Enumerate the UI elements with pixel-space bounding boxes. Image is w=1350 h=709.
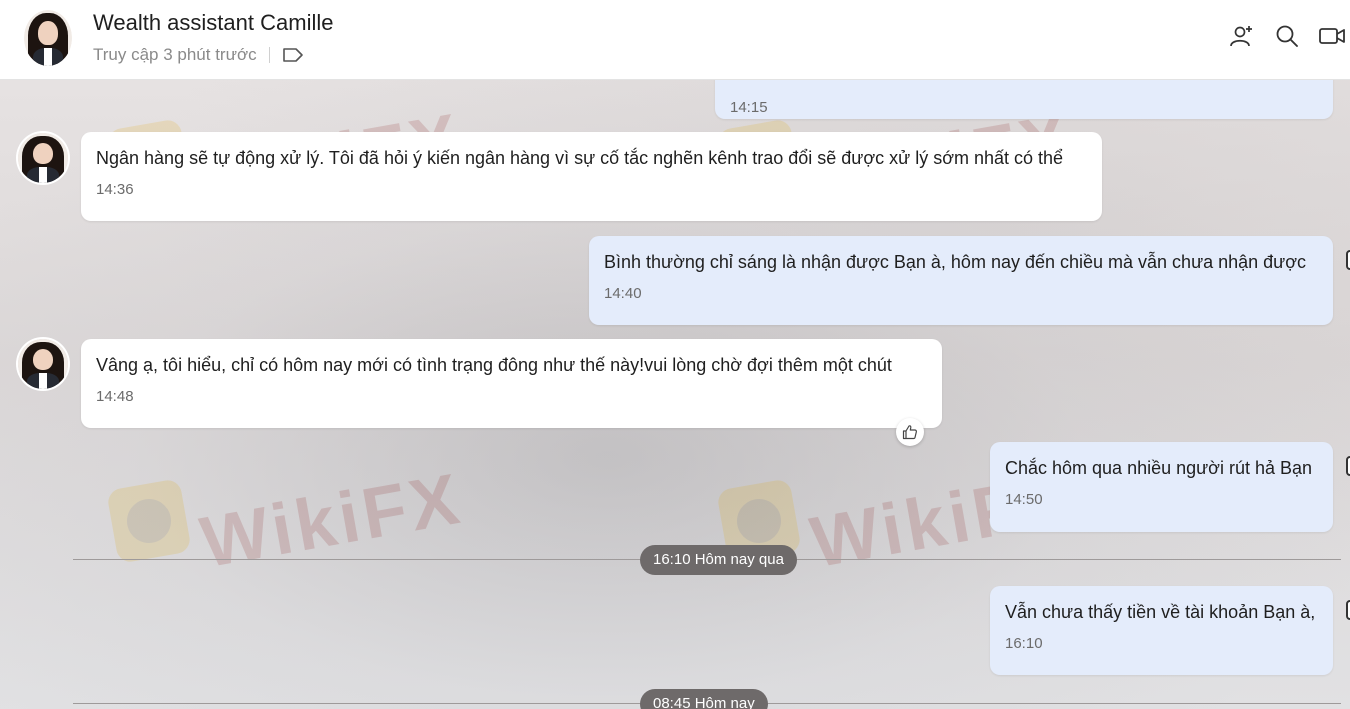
status-row: Truy cập 3 phút trước <box>93 44 304 66</box>
self-avatar-edge <box>1346 600 1350 620</box>
message-text: Vâng ạ, tôi hiểu, chỉ có hôm nay mới có … <box>96 355 892 375</box>
message-time: 14:50 <box>1005 491 1043 508</box>
sender-avatar[interactable] <box>18 339 68 389</box>
contact-name[interactable]: Wealth assistant Camille <box>93 10 333 36</box>
message-text: Bình thường chỉ sáng là nhận được Bạn à,… <box>604 252 1307 272</box>
search-icon[interactable] <box>1273 22 1301 50</box>
message-time: 14:48 <box>96 388 134 405</box>
message-outgoing[interactable]: Bình thường chỉ sáng là nhận được Bạn à,… <box>589 236 1333 325</box>
message-outgoing[interactable]: Chắc hôm qua nhiều người rút hả Bạn 14:5… <box>990 442 1333 532</box>
sender-avatar[interactable] <box>18 133 68 183</box>
watermark: WikiFX <box>106 459 468 583</box>
message-incoming[interactable]: Vâng ạ, tôi hiểu, chỉ có hôm nay mới có … <box>81 339 942 428</box>
message-time: 14:36 <box>96 181 134 198</box>
message-text: Ngân hàng sẽ tự động xử lý. Tôi đã hỏi ý… <box>96 148 1064 168</box>
message-time: 14:40 <box>604 285 642 302</box>
video-call-icon[interactable] <box>1318 22 1346 50</box>
message-outgoing[interactable]: Vẫn chưa thấy tiền về tài khoản Bạn à, 1… <box>990 586 1333 675</box>
date-separator: 08:45 Hôm nay <box>640 689 768 709</box>
thumbs-up-icon[interactable] <box>896 418 924 446</box>
message-time: 14:15 <box>730 99 768 116</box>
contact-avatar[interactable] <box>24 10 72 66</box>
message-outgoing[interactable]: 14:15 <box>715 80 1333 119</box>
chat-history[interactable]: WikiFX WikiFX WikiFX WikiFX 14:15 Ngân h… <box>0 80 1350 709</box>
watermark-logo-icon <box>106 478 192 564</box>
divider <box>268 47 270 63</box>
message-incoming[interactable]: Ngân hàng sẽ tự động xử lý. Tôi đã hỏi ý… <box>81 132 1102 221</box>
tag-icon[interactable] <box>282 47 304 63</box>
message-text: Vẫn chưa thấy tiền về tài khoản Bạn à, <box>1005 602 1316 622</box>
message-text: Chắc hôm qua nhiều người rút hả Bạn <box>1005 458 1313 478</box>
date-separator: 16:10 Hôm nay qua <box>640 545 797 575</box>
last-seen-status: Truy cập 3 phút trước <box>93 45 257 64</box>
message-time: 16:10 <box>1005 635 1043 652</box>
self-avatar-edge <box>1346 250 1350 270</box>
chat-header: Wealth assistant Camille Truy cập 3 phút… <box>0 0 1350 80</box>
add-contact-icon[interactable] <box>1228 22 1256 50</box>
self-avatar-edge <box>1346 456 1350 476</box>
